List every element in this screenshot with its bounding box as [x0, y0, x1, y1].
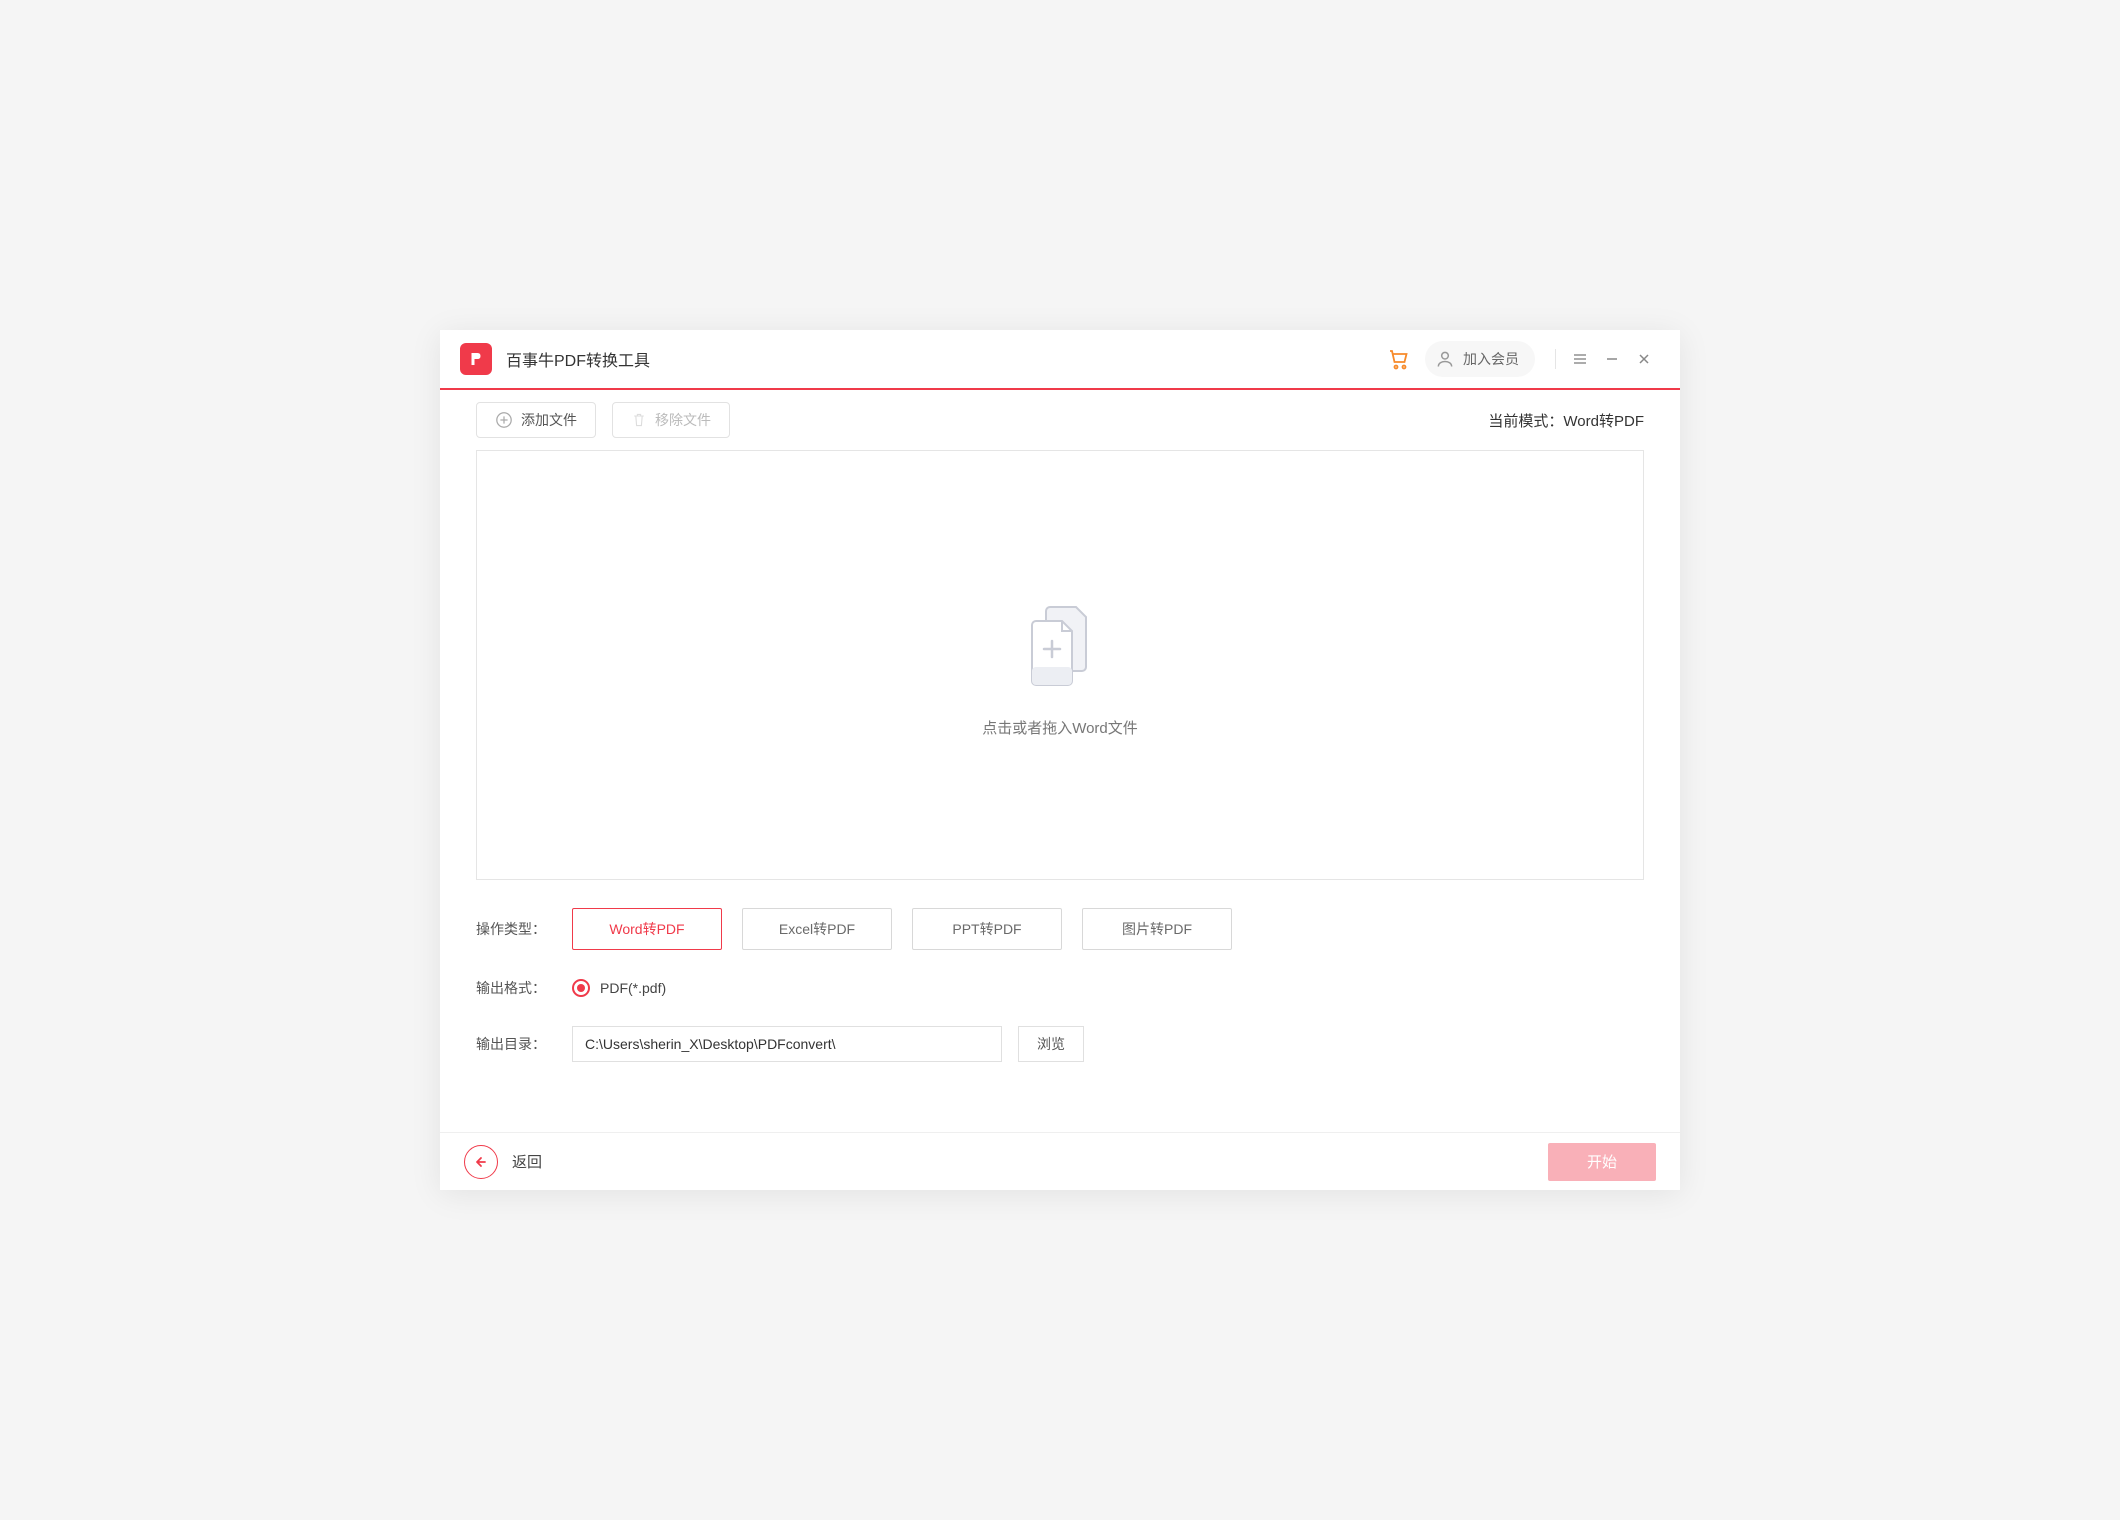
options-form: 操作类型： Word转PDF Excel转PDF PPT转PDF 图片转PDF …	[440, 880, 1680, 1080]
type-excel-to-pdf[interactable]: Excel转PDF	[742, 908, 892, 950]
radio-icon	[572, 979, 590, 997]
close-button[interactable]	[1628, 343, 1660, 375]
add-file-button[interactable]: 添加文件	[476, 402, 596, 438]
dropzone-hint: 点击或者拖入Word文件	[982, 717, 1138, 738]
minimize-icon	[1605, 352, 1619, 366]
menu-button[interactable]	[1564, 343, 1596, 375]
operation-type-label: 操作类型：	[476, 919, 572, 939]
output-format-radio-pdf[interactable]: PDF(*.pdf)	[572, 979, 666, 997]
back-button[interactable]: 返回	[464, 1145, 542, 1179]
titlebar: 百事牛PDF转换工具 加入会员	[440, 330, 1680, 390]
plus-circle-icon	[495, 411, 513, 429]
close-icon	[1637, 352, 1651, 366]
output-format-row: 输出格式： PDF(*.pdf)	[476, 978, 1644, 998]
trash-icon	[631, 412, 647, 428]
menu-icon	[1572, 351, 1588, 367]
back-label: 返回	[512, 1151, 542, 1172]
start-button[interactable]: 开始	[1548, 1143, 1656, 1181]
join-member-button[interactable]: 加入会员	[1425, 341, 1535, 377]
type-image-to-pdf[interactable]: 图片转PDF	[1082, 908, 1232, 950]
output-format-value: PDF(*.pdf)	[600, 980, 666, 996]
footer: 返回 开始	[440, 1132, 1680, 1190]
add-file-label: 添加文件	[521, 410, 577, 430]
output-dir-input[interactable]	[572, 1026, 1002, 1062]
documents-icon	[1010, 593, 1110, 693]
app-logo	[460, 343, 492, 375]
output-format-label: 输出格式：	[476, 978, 572, 998]
operation-type-row: 操作类型： Word转PDF Excel转PDF PPT转PDF 图片转PDF	[476, 908, 1644, 950]
file-drop-zone[interactable]: 点击或者拖入Word文件	[476, 450, 1644, 880]
output-dir-label: 输出目录：	[476, 1034, 572, 1054]
user-icon	[1435, 349, 1455, 369]
remove-file-label: 移除文件	[655, 410, 711, 430]
member-label: 加入会员	[1463, 349, 1519, 369]
type-ppt-to-pdf[interactable]: PPT转PDF	[912, 908, 1062, 950]
cart-button[interactable]	[1381, 341, 1417, 377]
operation-type-group: Word转PDF Excel转PDF PPT转PDF 图片转PDF	[572, 908, 1232, 950]
output-dir-row: 输出目录： 浏览	[476, 1026, 1644, 1062]
titlebar-divider	[1555, 349, 1556, 369]
type-word-to-pdf[interactable]: Word转PDF	[572, 908, 722, 950]
app-window: 百事牛PDF转换工具 加入会员	[440, 330, 1680, 1190]
app-title: 百事牛PDF转换工具	[506, 347, 650, 371]
cart-icon	[1387, 347, 1411, 371]
minimize-button[interactable]	[1596, 343, 1628, 375]
remove-file-button[interactable]: 移除文件	[612, 402, 730, 438]
back-arrow-icon	[464, 1145, 498, 1179]
toolbar: 添加文件 移除文件 当前模式：Word转PDF	[440, 390, 1680, 450]
current-mode-label: 当前模式：Word转PDF	[1488, 410, 1644, 431]
browse-button[interactable]: 浏览	[1018, 1026, 1084, 1062]
